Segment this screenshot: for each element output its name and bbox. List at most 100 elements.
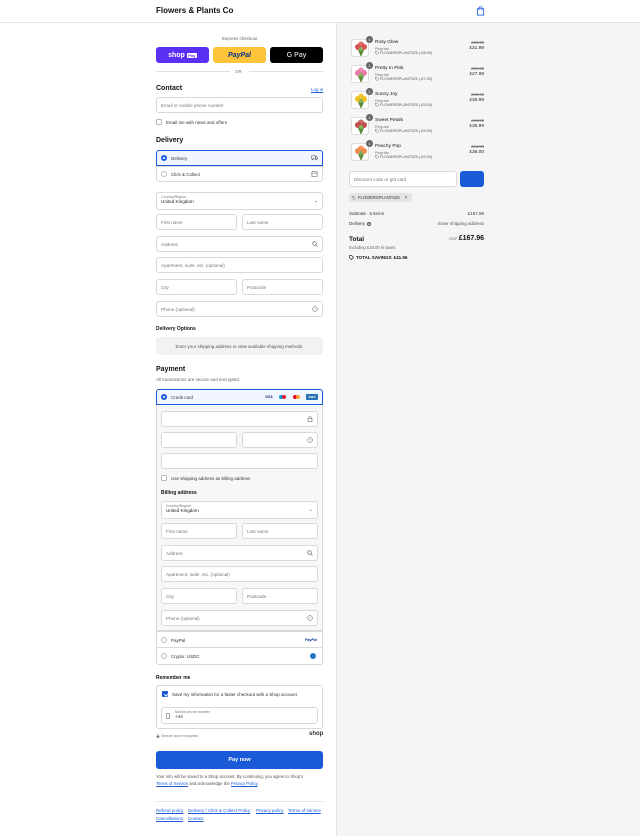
credit-card-option[interactable]: Credit card VISA AMEX	[156, 389, 323, 405]
footer-cancellations[interactable]: Cancellations	[156, 816, 183, 821]
applied-discount-tag: FLOWERSPLANTS25 ×	[349, 193, 412, 202]
total-currency: GBP	[448, 236, 458, 241]
svg-text:?: ?	[309, 616, 311, 620]
use-shipping-checkbox[interactable]	[161, 475, 167, 481]
phone-field[interactable]: Phone (optional) ?	[156, 301, 323, 317]
name-on-card-field[interactable]	[161, 453, 318, 469]
bouquet-image	[355, 119, 367, 134]
apply-discount-button[interactable]	[460, 171, 484, 187]
discount-code-field[interactable]: Discount code or gift card	[349, 171, 457, 187]
product-discount: FLOWERSPLANTS25 (-£8.00)	[375, 51, 432, 55]
expiry-field[interactable]	[161, 432, 237, 448]
billing-first-name-field[interactable]: First name	[161, 523, 237, 539]
tag-icon	[349, 255, 354, 260]
billing-city-field[interactable]: City	[161, 588, 237, 604]
email-field[interactable]: Email or mobile phone number	[156, 97, 323, 113]
billing-postcode-field[interactable]: Postcode	[242, 588, 318, 604]
billing-phone-field[interactable]: Phone (optional) ?	[161, 610, 318, 626]
product-discount-text: FLOWERSPLANTS25 (-£7.00)	[380, 77, 433, 81]
help-icon[interactable]: ?	[312, 306, 318, 312]
maestro-icon	[278, 394, 288, 400]
billing-last-name-field[interactable]: Last name	[242, 523, 318, 539]
billing-city-placeholder: City	[166, 593, 174, 599]
footer-terms[interactable]: Terms of service	[288, 808, 321, 813]
credit-card-radio[interactable]	[161, 394, 167, 400]
country-select[interactable]: Country/Region United Kingdom ⌄	[156, 192, 323, 210]
apartment-field[interactable]: Apartment, suite, etc. (optional)	[156, 257, 323, 273]
bouquet-image	[355, 93, 367, 108]
quantity-badge: 1	[366, 62, 373, 69]
product-name: Sweet Petals	[375, 118, 403, 123]
google-pay-button[interactable]: G Pay	[270, 47, 323, 63]
truck-icon	[311, 155, 318, 161]
chevron-down-icon: ⌄	[313, 198, 318, 204]
mobile-phone-field[interactable]: Mobile phone number +44	[161, 707, 318, 724]
collect-radio[interactable]	[161, 171, 167, 177]
terms-link[interactable]: Terms of Service	[156, 781, 188, 786]
tag-icon	[375, 129, 379, 133]
paypal-radio[interactable]	[161, 637, 167, 643]
product-original-price: £34.99	[471, 66, 484, 71]
subtotal-value: £167.96	[467, 211, 484, 216]
tag-icon	[352, 195, 356, 200]
delivery-option-ship[interactable]: Delivery	[156, 150, 323, 166]
first-name-field[interactable]: First name	[156, 214, 237, 230]
footer-delivery-policy[interactable]: Delivery / Click & Collect Policy	[188, 808, 250, 813]
footer-contact[interactable]: Contact	[188, 816, 204, 821]
news-checkbox[interactable]	[156, 119, 162, 125]
product-price: £35.99	[469, 98, 484, 103]
address-placeholder: Address	[161, 241, 178, 247]
delivery-options-message: Enter your shipping address to view avai…	[175, 343, 304, 349]
address-field[interactable]: Address	[156, 236, 323, 252]
usdc-icon	[310, 653, 316, 659]
save-info-checkbox[interactable]	[162, 691, 168, 697]
privacy-link[interactable]: Privacy Policy	[231, 781, 257, 786]
chevron-down-icon: ⌄	[308, 507, 313, 513]
paypal-button[interactable]: PayPal	[213, 47, 266, 63]
product-original-price: £44.99	[471, 118, 484, 123]
login-link[interactable]: Log in	[311, 87, 323, 92]
help-icon[interactable]: ?	[307, 615, 313, 621]
city-field[interactable]: City	[156, 279, 237, 295]
shop-pay-logo: shop	[168, 51, 185, 59]
product-original-price: £44.99	[471, 144, 484, 149]
billing-address-field[interactable]: Address	[161, 545, 318, 561]
delivery-option-collect[interactable]: Click & Collect	[156, 166, 323, 182]
phone-placeholder: Phone (optional)	[161, 306, 195, 312]
shopping-bag-icon[interactable]	[476, 6, 485, 16]
secure-encrypted-label: Secure and encrypted	[161, 734, 199, 738]
shop-pay-button[interactable]: shop Pay	[156, 47, 209, 63]
product-discount: FLOWERSPLANTS25 (-£9.00)	[375, 155, 432, 159]
help-icon[interactable]: ?	[366, 221, 371, 226]
legal-and: and acknowledge the	[188, 781, 232, 786]
bouquet-image	[355, 67, 367, 82]
total-value: £167.96	[458, 235, 484, 242]
billing-apartment-field[interactable]: Apartment, suite, etc. (optional)	[161, 566, 318, 582]
pay-now-button[interactable]: Pay now	[156, 751, 323, 769]
delivery-radio[interactable]	[161, 155, 167, 161]
product-discount: FLOWERSPLANTS25 (-£7.00)	[375, 77, 432, 81]
crypto-radio[interactable]	[161, 653, 167, 659]
shop-logo: shop	[309, 731, 324, 737]
postcode-field[interactable]: Postcode	[242, 279, 323, 295]
divider	[156, 71, 230, 72]
quantity-badge: 1	[366, 140, 373, 147]
brand-name[interactable]: Flowers & Plants Co	[156, 6, 233, 15]
security-code-field[interactable]: ?	[242, 432, 318, 448]
remember-me-title: Remember me	[156, 675, 191, 681]
tag-icon	[375, 103, 379, 107]
remove-discount-icon[interactable]: ×	[405, 195, 408, 201]
phone-icon	[166, 713, 170, 719]
footer-privacy-policy[interactable]: Privacy policy	[256, 808, 284, 813]
save-info-label: Save my information for a faster checkou…	[172, 692, 297, 697]
last-name-field[interactable]: Last name	[242, 214, 323, 230]
crypto-option[interactable]: Crypto: USDC	[156, 648, 323, 665]
product-discount: FLOWERSPLANTS25 (-£9.00)	[375, 103, 432, 107]
or-divider-label: OR	[235, 69, 242, 74]
total-label: Total	[349, 236, 365, 243]
paypal-option[interactable]: PayPal PayPal	[156, 631, 323, 648]
help-icon[interactable]: ?	[307, 437, 313, 443]
card-number-field[interactable]	[161, 411, 318, 427]
billing-country-select[interactable]: Country/Region United Kingdom ⌄	[161, 501, 318, 519]
footer-refund-policy[interactable]: Refund policy	[156, 808, 183, 813]
